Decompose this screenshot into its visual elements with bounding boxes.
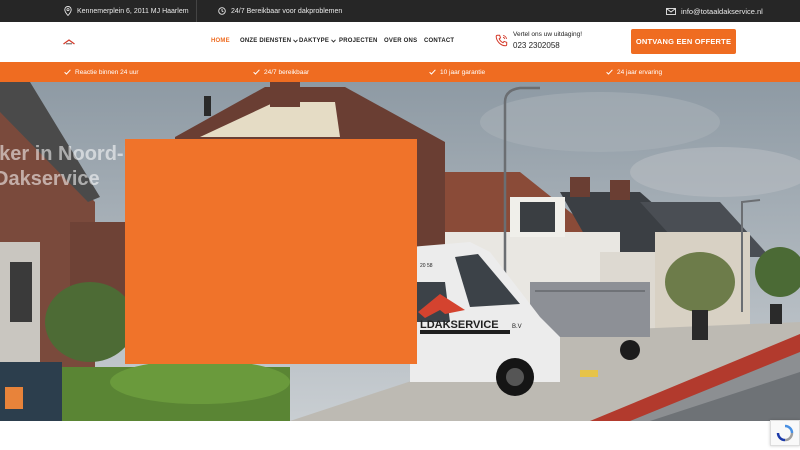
call-prompt: Vertel ons uw uitdaging! <box>513 31 583 38</box>
recaptcha-badge[interactable] <box>770 420 800 446</box>
call-box[interactable]: Vertel ons uw uitdaging! 023 2302058 <box>495 31 582 50</box>
feature-item: 24 jaar ervaring <box>606 62 662 82</box>
van-phone: 20 58 <box>420 263 433 269</box>
feature-item: 24/7 bereikbaar <box>253 62 309 82</box>
divider <box>196 0 197 22</box>
nav-item-over-ons[interactable]: OVER ONS <box>384 38 424 44</box>
nav-item-home[interactable]: HOME <box>211 38 240 44</box>
clock-icon <box>218 7 226 15</box>
email-item[interactable]: info@totaaldakservice.nl <box>666 0 763 22</box>
phone-number[interactable]: 023 2302058 <box>513 41 582 50</box>
main-navigation: HOME ONZE DIENSTEN DAKTYPE PROJECTEN OVE… <box>211 38 454 44</box>
features-strip: Reactie binnen 24 uur 24/7 bereikbaar 10… <box>0 62 800 82</box>
phone-icon <box>495 34 508 47</box>
van-lettering-suffix: B.V <box>512 324 522 330</box>
request-quote-button[interactable]: ONTVANG EEN OFFERTE <box>631 29 736 54</box>
check-icon <box>606 69 613 75</box>
nav-item-contact[interactable]: CONTACT <box>424 38 454 44</box>
check-icon <box>64 69 71 75</box>
email-link[interactable]: info@totaaldakservice.nl <box>681 7 763 16</box>
nav-item-projecten[interactable]: PROJECTEN <box>339 38 384 44</box>
hero-section: LDAKSERVICE B.V 20 58 kker in Noord-Holl… <box>0 82 800 421</box>
nav-item-onze-diensten[interactable]: ONZE DIENSTEN <box>240 38 299 44</box>
availability-text: 24/7 Bereikbaar voor dakproblemen <box>231 7 343 15</box>
van-lettering: LDAKSERVICE <box>420 319 499 331</box>
check-icon <box>429 69 436 75</box>
hero-overlay-box <box>125 139 417 364</box>
chevron-down-icon <box>293 39 299 43</box>
top-bar: Kennemerplein 6, 2011 MJ Haarlem 24/7 Be… <box>0 0 800 22</box>
recaptcha-icon <box>776 424 794 442</box>
content-below-hero <box>0 421 800 450</box>
address-item: Kennemerplein 6, 2011 MJ Haarlem <box>64 0 189 22</box>
address-text: Kennemerplein 6, 2011 MJ Haarlem <box>77 7 189 15</box>
feature-item: Reactie binnen 24 uur <box>64 62 139 82</box>
site-header: HOME ONZE DIENSTEN DAKTYPE PROJECTEN OVE… <box>0 22 800 62</box>
availability-item: 24/7 Bereikbaar voor dakproblemen <box>218 0 342 22</box>
nav-item-daktype[interactable]: DAKTYPE <box>299 38 339 44</box>
feature-item: 10 jaar garantie <box>429 62 485 82</box>
location-pin-icon <box>64 6 72 16</box>
company-logo[interactable] <box>63 39 75 45</box>
mail-icon <box>666 7 676 15</box>
check-icon <box>253 69 260 75</box>
chevron-down-icon <box>331 39 336 43</box>
